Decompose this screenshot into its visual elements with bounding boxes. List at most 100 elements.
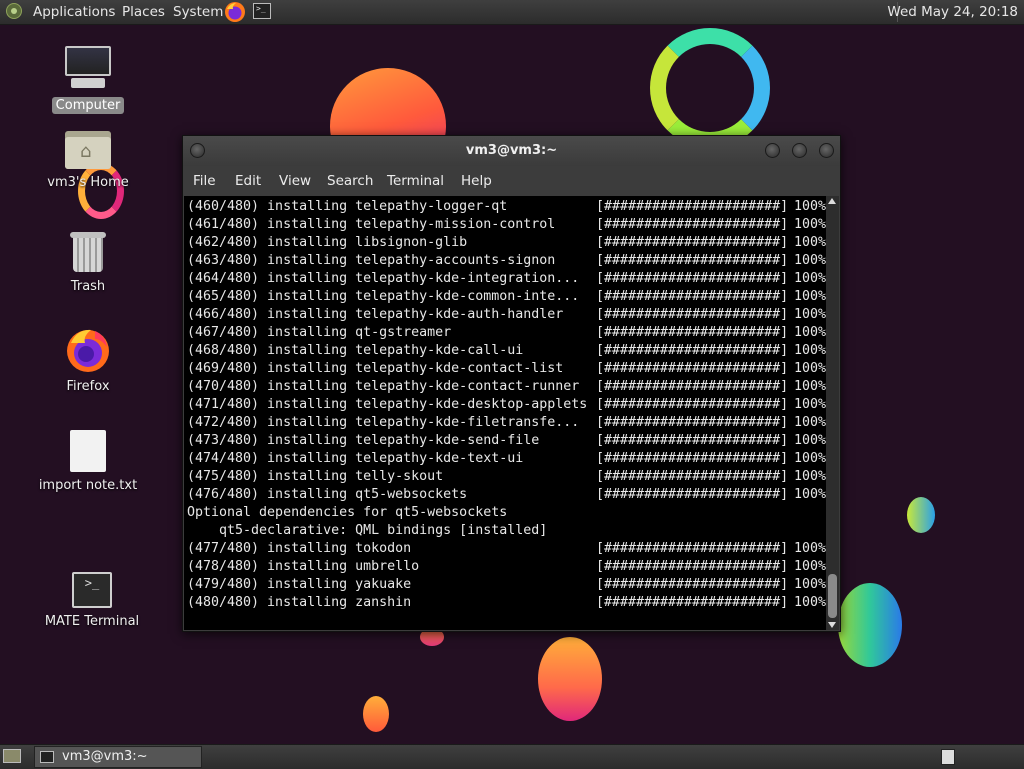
firefox-icon[interactable] <box>224 1 246 23</box>
progress-bar-text: [######################] <box>596 469 789 484</box>
menu-help[interactable]: Help <box>461 173 492 189</box>
scrollbar-thumb[interactable] <box>828 574 837 618</box>
progress-percent: 100% <box>794 469 826 484</box>
bottom-panel: vm3@vm3:~ <box>0 744 1024 769</box>
terminal-line-text: (480/480) installing zanshin <box>187 595 412 610</box>
minimize-button[interactable] <box>765 143 780 158</box>
maximize-button[interactable] <box>792 143 807 158</box>
terminal-line-text: (477/480) installing tokodon <box>187 541 412 556</box>
scroll-down-arrow-icon[interactable] <box>828 622 836 628</box>
terminal-icon: >_ <box>72 572 112 608</box>
progress-bar-text: [######################] <box>596 397 789 412</box>
progress-bar-text: [######################] <box>596 343 789 358</box>
progress-bar-text: [######################] <box>596 235 789 250</box>
show-desktop-icon[interactable] <box>3 749 21 763</box>
progress-percent: 100% <box>794 541 826 556</box>
terminal-line: (474/480) installing telepathy-kde-text-… <box>187 450 826 468</box>
workspace-switcher[interactable] <box>941 749 955 765</box>
computer-icon <box>63 46 113 92</box>
applications-menu[interactable]: Applications <box>33 4 115 20</box>
progress-bar-text: [######################] <box>596 379 789 394</box>
terminal-line-text: (466/480) installing telepathy-kde-auth-… <box>187 307 564 322</box>
progress-bar-text: [######################] <box>596 487 789 502</box>
progress-percent: 100% <box>794 415 826 430</box>
progress-bar-text: [######################] <box>596 199 789 214</box>
terminal-icon <box>40 751 54 763</box>
progress-percent: 100% <box>794 379 826 394</box>
terminal-line-text: (475/480) installing telly-skout <box>187 469 444 484</box>
desktop-icon-text-file[interactable]: import note.txt <box>33 430 143 494</box>
taskbar-window-label: vm3@vm3:~ <box>62 749 148 764</box>
desktop-icon-home[interactable]: ⌂ vm3's Home <box>33 129 143 191</box>
progress-percent: 100% <box>794 397 826 412</box>
progress-bar-text: [######################] <box>596 307 789 322</box>
wallpaper-orange-oval <box>538 637 602 721</box>
menu-view[interactable]: View <box>279 173 311 189</box>
desktop-icon-trash[interactable]: Trash <box>33 229 143 295</box>
progress-percent: 100% <box>794 343 826 358</box>
menu-file[interactable]: File <box>193 173 216 189</box>
progress-percent: 100% <box>794 307 826 322</box>
progress-percent: 100% <box>794 559 826 574</box>
progress-bar-text: [######################] <box>596 433 789 448</box>
terminal-window[interactable]: vm3@vm3:~ File Edit View Search Terminal… <box>182 135 841 632</box>
system-menu[interactable]: System <box>173 4 223 20</box>
terminal-line: (470/480) installing telepathy-kde-conta… <box>187 378 826 396</box>
desktop-icon-mate-terminal[interactable]: >_ MATE Terminal <box>37 572 147 630</box>
progress-bar-text: [######################] <box>596 271 789 286</box>
window-menu-icon[interactable] <box>190 143 205 158</box>
wallpaper-small-blue-oval <box>907 497 935 533</box>
firefox-icon <box>67 329 109 372</box>
menu-terminal[interactable]: Terminal <box>387 173 444 189</box>
progress-percent: 100% <box>794 235 826 250</box>
terminal-line-text: (471/480) installing telepathy-kde-deskt… <box>187 397 588 412</box>
terminal-line: (463/480) installing telepathy-accounts-… <box>187 252 826 270</box>
menu-search[interactable]: Search <box>327 173 373 189</box>
wallpaper-green-ring <box>650 28 770 148</box>
terminal-line: (478/480) installing umbrello [##########… <box>187 558 826 576</box>
progress-percent: 100% <box>794 253 826 268</box>
progress-percent: 100% <box>794 433 826 448</box>
terminal-line-text: (479/480) installing yakuake <box>187 577 412 592</box>
progress-percent: 100% <box>794 325 826 340</box>
clock[interactable]: Wed May 24, 20:18 <box>887 4 1018 20</box>
taskbar-window-button[interactable]: vm3@vm3:~ <box>34 746 202 768</box>
terminal-line: (480/480) installing zanshin [###########… <box>187 594 826 612</box>
desktop-icon-label: MATE Terminal <box>44 614 140 629</box>
desktop-icon-label: Trash <box>70 279 106 294</box>
progress-bar-text: [######################] <box>596 361 789 376</box>
places-menu[interactable]: Places <box>122 4 165 20</box>
terminal-launcher-icon[interactable]: >_ <box>253 3 271 19</box>
window-titlebar[interactable]: vm3@vm3:~ <box>183 136 840 166</box>
terminal-line-text: (469/480) installing telepathy-kde-conta… <box>187 361 564 376</box>
desktop-icon-firefox[interactable]: Firefox <box>33 327 143 395</box>
close-button[interactable] <box>819 143 834 158</box>
wallpaper-blue-green-oval <box>838 583 902 667</box>
terminal-menubar: File Edit View Search Terminal Help <box>183 168 840 194</box>
terminal-line-text: (462/480) installing libsignon-glib <box>187 235 468 250</box>
terminal-line-text: (465/480) installing telepathy-kde-commo… <box>187 289 580 304</box>
progress-percent: 100% <box>794 451 826 466</box>
terminal-line: (469/480) installing telepathy-kde-conta… <box>187 360 826 378</box>
desktop-icon-computer[interactable]: Computer <box>33 46 143 114</box>
terminal-output[interactable]: (460/480) installing telepathy-logger-qt… <box>184 196 826 630</box>
terminal-line-text: (470/480) installing telepathy-kde-conta… <box>187 379 580 394</box>
progress-bar-text: [######################] <box>596 559 789 574</box>
progress-percent: 100% <box>794 595 826 610</box>
desktop-icon-label: Computer <box>51 97 125 114</box>
progress-bar-text: [######################] <box>596 577 789 592</box>
terminal-line: (465/480) installing telepathy-kde-commo… <box>187 288 826 306</box>
desktop-icon-label: vm3's Home <box>47 175 129 190</box>
terminal-scrollbar[interactable] <box>826 196 839 630</box>
terminal-line: (472/480) installing telepathy-kde-filet… <box>187 414 826 432</box>
progress-percent: 100% <box>794 199 826 214</box>
terminal-line-text: (467/480) installing qt-gstreamer <box>187 325 452 340</box>
mate-logo-icon[interactable] <box>6 3 22 19</box>
terminal-line: (477/480) installing tokodon [###########… <box>187 540 826 558</box>
progress-bar-text: [######################] <box>596 595 789 610</box>
terminal-line: (473/480) installing telepathy-kde-send-… <box>187 432 826 450</box>
progress-bar-text: [######################] <box>596 415 789 430</box>
menu-edit[interactable]: Edit <box>235 173 261 189</box>
scroll-up-arrow-icon[interactable] <box>828 198 836 204</box>
terminal-line-text: (476/480) installing qt5-websockets <box>187 487 468 502</box>
